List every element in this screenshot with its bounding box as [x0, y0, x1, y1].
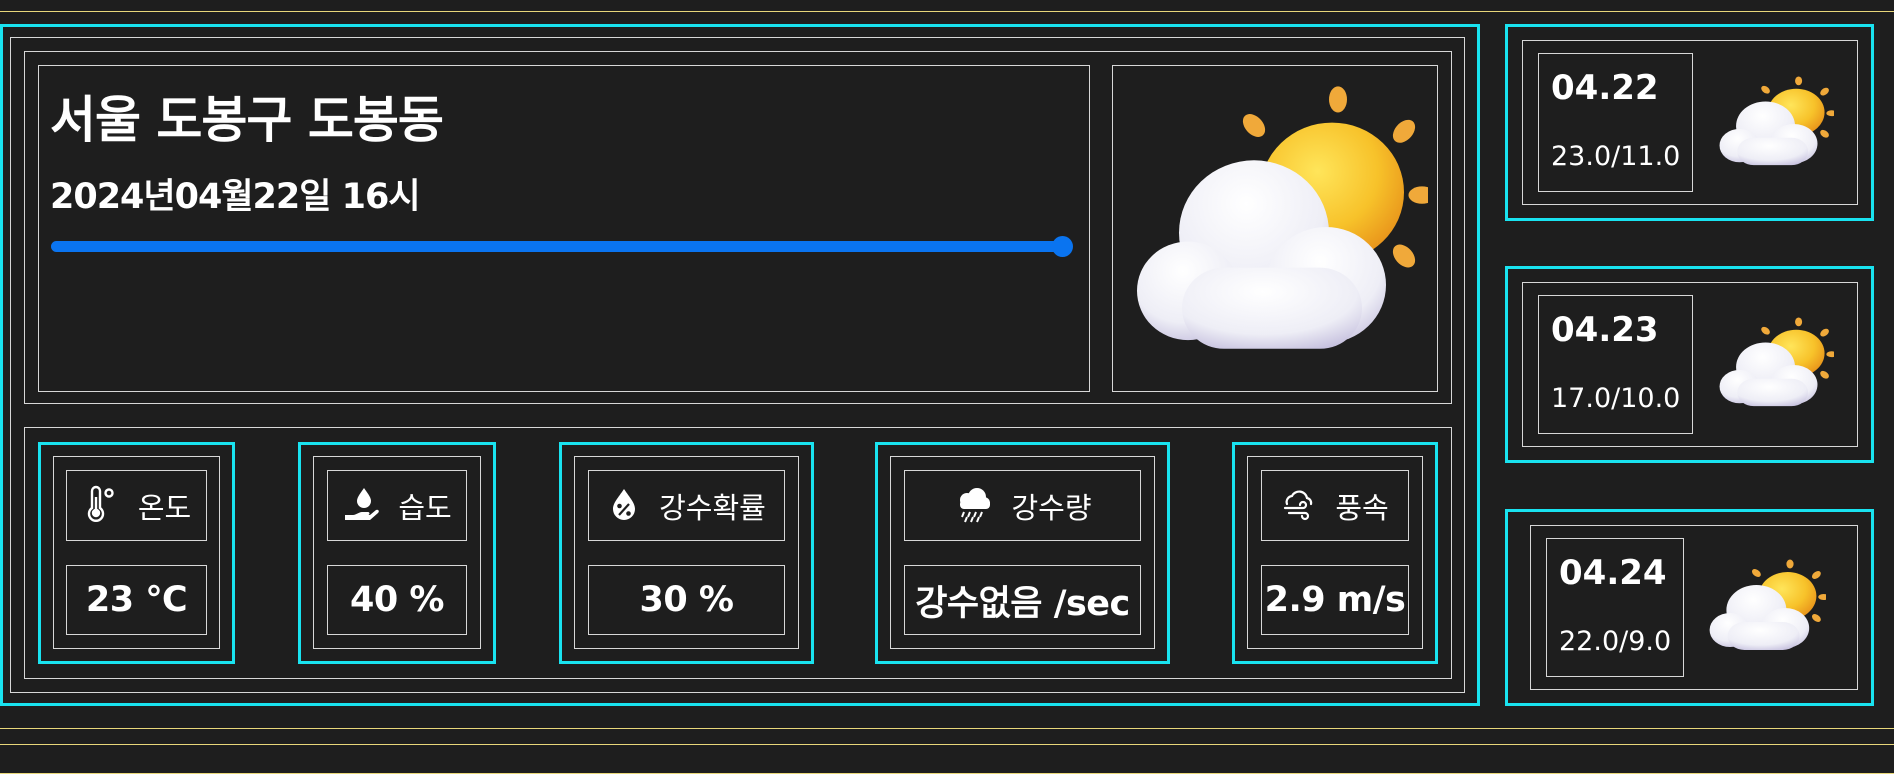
wind-cloud-icon — [1281, 486, 1317, 526]
location-title: 서울 도봉구 도봉동 — [50, 91, 444, 149]
time-slider-fill — [51, 241, 1063, 252]
metric-value: 23 ℃ — [66, 565, 207, 635]
metric-label-box: 온도 — [66, 470, 207, 541]
rain-cloud-icon — [953, 485, 993, 527]
forecast-temp-range: 17.0/10.0 — [1551, 383, 1681, 414]
forecast-date: 04.24 — [1559, 553, 1667, 593]
sun-behind-cloud-icon — [1128, 82, 1428, 372]
humidity-hand-drop-icon — [342, 485, 380, 527]
metric-label: 습도 — [398, 490, 452, 525]
metric-label-box: 강수량 — [904, 470, 1141, 541]
forecast-temp-range: 23.0/11.0 — [1551, 141, 1681, 172]
metric-label: 온도 — [137, 490, 192, 525]
metric-label-box: 강수확률 — [588, 470, 785, 541]
metric-label-box: 습도 — [327, 470, 467, 541]
time-slider-thumb[interactable] — [1052, 236, 1073, 257]
metric-value: 30 % — [588, 565, 785, 635]
metric-label-box: 풍속 — [1261, 470, 1409, 541]
forecast-date: 04.22 — [1551, 68, 1659, 108]
metric-label: 강수확률 — [659, 490, 766, 525]
forecast-temp-range: 22.0/9.0 — [1559, 626, 1672, 657]
metric-label: 풍속 — [1335, 490, 1389, 525]
metric-value: 2.9 m/s — [1261, 565, 1409, 635]
sun-behind-cloud-icon — [1706, 558, 1826, 658]
metric-label: 강수량 — [1011, 490, 1092, 525]
bottom-frame — [0, 744, 1894, 774]
time-slider-track[interactable] — [51, 236, 1073, 257]
metric-value: 40 % — [327, 565, 467, 635]
sun-behind-cloud-icon — [1716, 316, 1834, 414]
thermometer-icon — [82, 485, 120, 527]
forecast-date: 04.23 — [1551, 310, 1659, 350]
sun-behind-cloud-icon — [1716, 75, 1834, 173]
metric-value: 강수없음 /sec — [904, 565, 1141, 635]
rain-probability-drop-icon — [607, 485, 641, 527]
forecast-datetime: 2024년04월22일 16시 — [50, 177, 421, 217]
